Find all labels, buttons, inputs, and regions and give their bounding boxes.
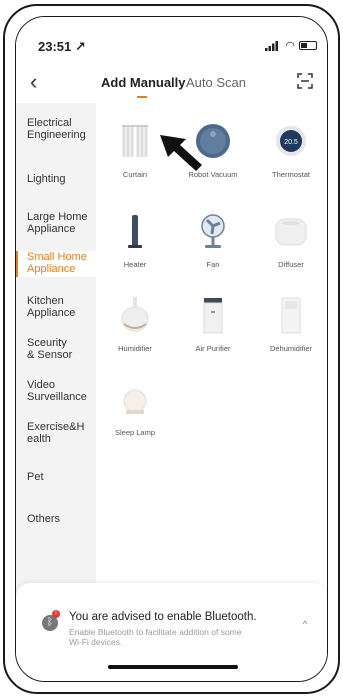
sidebar-item-security-sensor[interactable]: Sceurity & Sensor — [16, 337, 96, 363]
device-fan[interactable]: Fan — [174, 211, 252, 269]
device-label: Humidifier — [118, 344, 152, 353]
bluetooth-banner[interactable]: ᛒ ! You are advised to enable Bluetooth.… — [16, 583, 327, 681]
heater-icon — [128, 215, 142, 248]
sidebar-item-video-surveillance[interactable]: Video Surveillance — [16, 379, 96, 405]
tab-add-manually[interactable]: Add Manually — [101, 75, 186, 90]
sidebar-item-exercise-health[interactable]: Exercise&H ealth — [16, 421, 96, 447]
dehumidifier-icon — [281, 297, 301, 334]
sidebar-item-electrical-engineering[interactable]: Electrical Engineering — [16, 117, 96, 147]
curtain-icon — [122, 125, 148, 157]
device-label: Dehumidifier — [269, 344, 313, 353]
alert-badge-icon: ! — [52, 610, 60, 618]
device-label: Thermostat — [272, 170, 310, 179]
pointer-arrow-icon — [160, 135, 202, 171]
device-sleep-lamp[interactable]: Sleep Lamp — [96, 379, 174, 437]
device-heater[interactable]: Heater — [96, 211, 174, 269]
device-label: Fan — [206, 260, 220, 269]
fan-icon — [201, 214, 225, 248]
bluetooth-title: You are advised to enable Bluetooth. — [69, 611, 257, 623]
status-bar: 23:51 ↗ ◠ — [16, 17, 327, 61]
battery-icon — [299, 41, 317, 50]
phone-frame: 23:51 ↗ ◠ ‹ Add Manually Auto Scan Elect… — [3, 4, 340, 694]
status-time: 23:51 ↗ — [38, 39, 86, 54]
sleep-lamp-icon — [123, 389, 147, 414]
device-label: Sleep Lamp — [114, 428, 156, 437]
signal-icon — [265, 41, 278, 51]
chevron-up-icon[interactable]: ^ — [303, 619, 307, 629]
device-humidifier[interactable]: Humidifier — [96, 295, 174, 353]
diffuser-icon — [275, 218, 307, 246]
device-label: Diffuser — [278, 260, 304, 269]
sidebar-item-kitchen-appliance[interactable]: Kitchen Appliance — [16, 295, 96, 321]
tab-indicator — [137, 96, 147, 98]
device-grid: Curtain Robot Vacuum 20.5 Thermostat Hea… — [96, 103, 327, 603]
wifi-icon: ◠ — [285, 40, 295, 52]
bluetooth-description: Enable Bluetooth to facilitate addition … — [69, 627, 242, 647]
back-icon[interactable]: ‹ — [30, 69, 37, 95]
device-air-purifier[interactable]: Air Purifier — [174, 295, 252, 353]
thermostat-icon: 20.5 — [276, 126, 306, 156]
device-label: Heater — [123, 260, 147, 269]
thermostat-display: 20.5 — [284, 139, 298, 146]
air-purifier-icon — [203, 298, 223, 334]
device-label: Air Purifier — [195, 344, 231, 353]
screen: 23:51 ↗ ◠ ‹ Add Manually Auto Scan Elect… — [15, 16, 328, 682]
humidifier-icon — [121, 297, 149, 332]
tab-auto-scan[interactable]: Auto Scan — [186, 75, 246, 90]
scan-icon[interactable] — [297, 73, 313, 89]
sidebar-item-large-home-appliance[interactable]: Large Home Appliance — [16, 211, 96, 237]
category-sidebar: Electrical Engineering Lighting Large Hom… — [16, 103, 96, 603]
sidebar-item-lighting[interactable]: Lighting — [16, 173, 96, 187]
nav-bar: ‹ Add Manually Auto Scan — [16, 61, 327, 103]
device-thermostat[interactable]: 20.5 Thermostat — [252, 121, 327, 179]
device-dehumidifier[interactable]: Dehumidifier — [252, 295, 327, 353]
device-diffuser[interactable]: Diffuser — [252, 211, 327, 269]
sidebar-item-others[interactable]: Others — [16, 513, 96, 527]
sidebar-item-pet[interactable]: Pet — [16, 471, 96, 485]
home-indicator[interactable] — [108, 665, 238, 669]
sidebar-item-small-home-appliance[interactable]: Small Home Appliance — [16, 251, 96, 277]
